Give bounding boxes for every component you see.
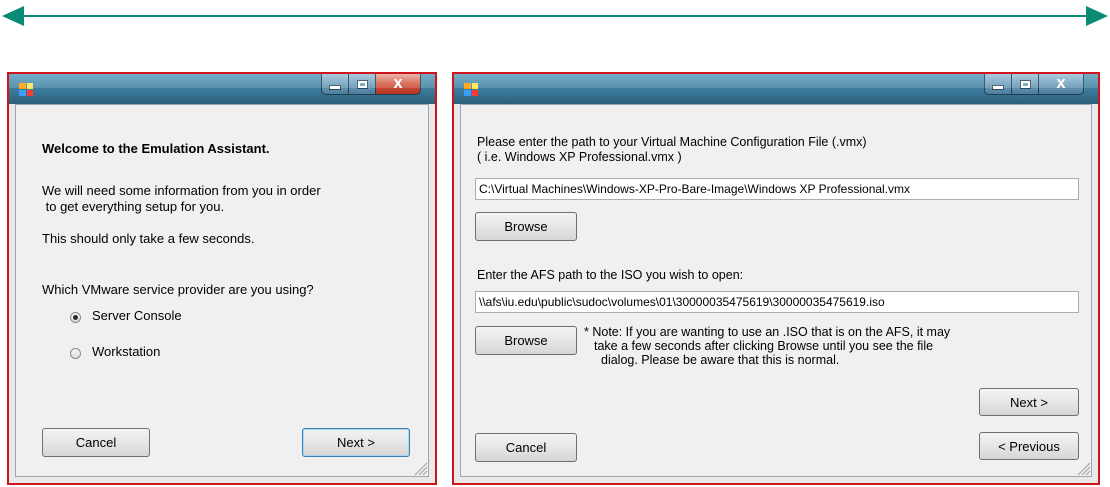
- dialog-body: Please enter the path to your Virtual Ma…: [460, 104, 1092, 477]
- close-icon: X: [1056, 77, 1066, 91]
- maximize-button[interactable]: [349, 74, 376, 94]
- note-line1: * Note: If you are wanting to use an .IS…: [584, 325, 951, 339]
- dialog-body: Welcome to the Emulation Assistant. We w…: [15, 104, 429, 477]
- minimize-icon: [993, 85, 1003, 89]
- app-icon: [464, 83, 478, 96]
- info-text-line3: This should only take a few seconds.: [42, 231, 255, 246]
- note-line3: dialog. Please be aware that this is nor…: [601, 353, 840, 367]
- radio-button-unchecked[interactable]: [70, 348, 81, 359]
- arrow-head-right: [1086, 6, 1108, 26]
- resize-grip-icon[interactable]: [1075, 460, 1091, 476]
- caption-buttons: X: [984, 74, 1084, 95]
- title-bar[interactable]: X: [454, 74, 1098, 104]
- welcome-heading: Welcome to the Emulation Assistant.: [42, 141, 270, 156]
- maximize-icon: [357, 80, 367, 88]
- next-button[interactable]: Next >: [302, 428, 410, 457]
- note-line2: take a few seconds after clicking Browse…: [594, 339, 934, 353]
- screenshot-stage: X Welcome to the Emulation Assistant. We…: [0, 0, 1110, 487]
- iso-prompt: Enter the AFS path to the ISO you wish t…: [477, 268, 744, 282]
- close-button[interactable]: X: [1039, 74, 1083, 94]
- next-button[interactable]: Next >: [979, 388, 1079, 416]
- cancel-button[interactable]: Cancel: [42, 428, 150, 457]
- previous-button[interactable]: < Previous: [979, 432, 1079, 460]
- radio-label-workstation[interactable]: Workstation: [92, 344, 160, 359]
- iso-path-field[interactable]: \\afs\iu.edu\public\sudoc\volumes\01\300…: [475, 291, 1079, 313]
- maximize-button[interactable]: [1012, 74, 1039, 94]
- app-icon: [19, 83, 33, 96]
- minimize-button[interactable]: [322, 74, 349, 94]
- browse-iso-button[interactable]: Browse: [475, 326, 577, 355]
- provider-question: Which VMware service provider are you us…: [42, 282, 314, 297]
- resize-grip-icon[interactable]: [412, 460, 428, 476]
- vmx-prompt-line2: ( i.e. Windows XP Professional.vmx ): [477, 150, 682, 164]
- vmx-path-field[interactable]: C:\Virtual Machines\Windows-XP-Pro-Bare-…: [475, 178, 1079, 200]
- arrow-head-left: [2, 6, 24, 26]
- maximize-icon: [1020, 80, 1030, 88]
- emulation-assistant-dialog-step2: X Please enter the path to your Virtual …: [452, 72, 1100, 485]
- vmx-prompt-line1: Please enter the path to your Virtual Ma…: [477, 135, 867, 149]
- radio-label-server-console[interactable]: Server Console: [92, 308, 182, 323]
- double-arrow: [2, 6, 1108, 26]
- cancel-button[interactable]: Cancel: [475, 433, 577, 462]
- info-text-line2: to get everything setup for you.: [42, 199, 225, 214]
- caption-buttons: X: [321, 74, 421, 95]
- browse-vmx-button[interactable]: Browse: [475, 212, 577, 241]
- emulation-assistant-dialog-step1: X Welcome to the Emulation Assistant. We…: [7, 72, 437, 485]
- info-text-line1: We will need some information from you i…: [42, 183, 321, 198]
- minimize-icon: [330, 85, 340, 89]
- radio-button-checked[interactable]: [70, 312, 81, 323]
- minimize-button[interactable]: [985, 74, 1012, 94]
- title-bar[interactable]: X: [9, 74, 435, 104]
- close-button[interactable]: X: [376, 74, 420, 94]
- close-icon: X: [393, 77, 403, 91]
